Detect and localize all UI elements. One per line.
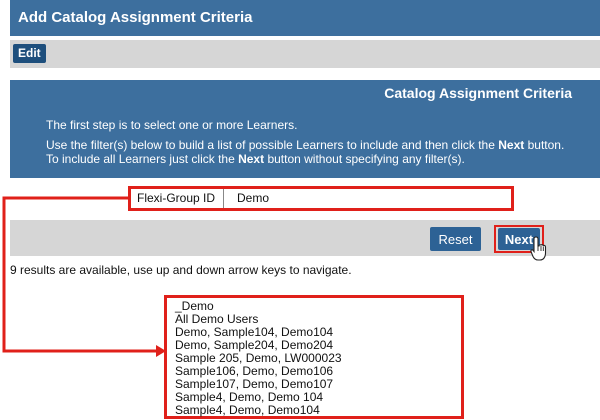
instruction-next-emphasis: Next [238, 152, 265, 166]
instruction-line-1: The first step is to select one or more … [46, 118, 298, 132]
instruction-next-emphasis: Next [498, 138, 525, 152]
instruction-line-3: To include all Learners just click the N… [46, 152, 465, 166]
results-status: 9 results are available, use up and down… [10, 263, 352, 277]
instruction-text: button without specifying any filter(s). [264, 152, 465, 166]
flexi-group-filter: Flexi-Group ID [128, 186, 517, 211]
panel-heading: Catalog Assignment Criteria [384, 85, 572, 101]
dialog-title: Add Catalog Assignment Criteria [10, 0, 600, 36]
flexi-group-input[interactable] [225, 189, 517, 208]
hand-pointer-icon [530, 236, 547, 261]
list-item[interactable]: Sample4, Demo, Demo104 [175, 404, 461, 417]
instruction-text: Use the filter(s) below to build a list … [46, 138, 499, 152]
flexi-group-label: Flexi-Group ID [137, 191, 216, 205]
instruction-text: To include all Learners just click the [46, 152, 239, 166]
instruction-text: button. [524, 138, 565, 152]
filter-divider [223, 189, 224, 208]
toolbar: Edit [10, 40, 600, 68]
results-dropdown: _Demo All Demo Users Demo, Sample104, De… [164, 295, 464, 419]
instruction-line-2: Use the filter(s) below to build a list … [46, 138, 564, 152]
action-bar: Reset Next [10, 220, 600, 256]
edit-button[interactable]: Edit [13, 44, 46, 63]
reset-button[interactable]: Reset [430, 227, 481, 251]
instructions-panel: Catalog Assignment Criteria The first st… [10, 80, 600, 178]
